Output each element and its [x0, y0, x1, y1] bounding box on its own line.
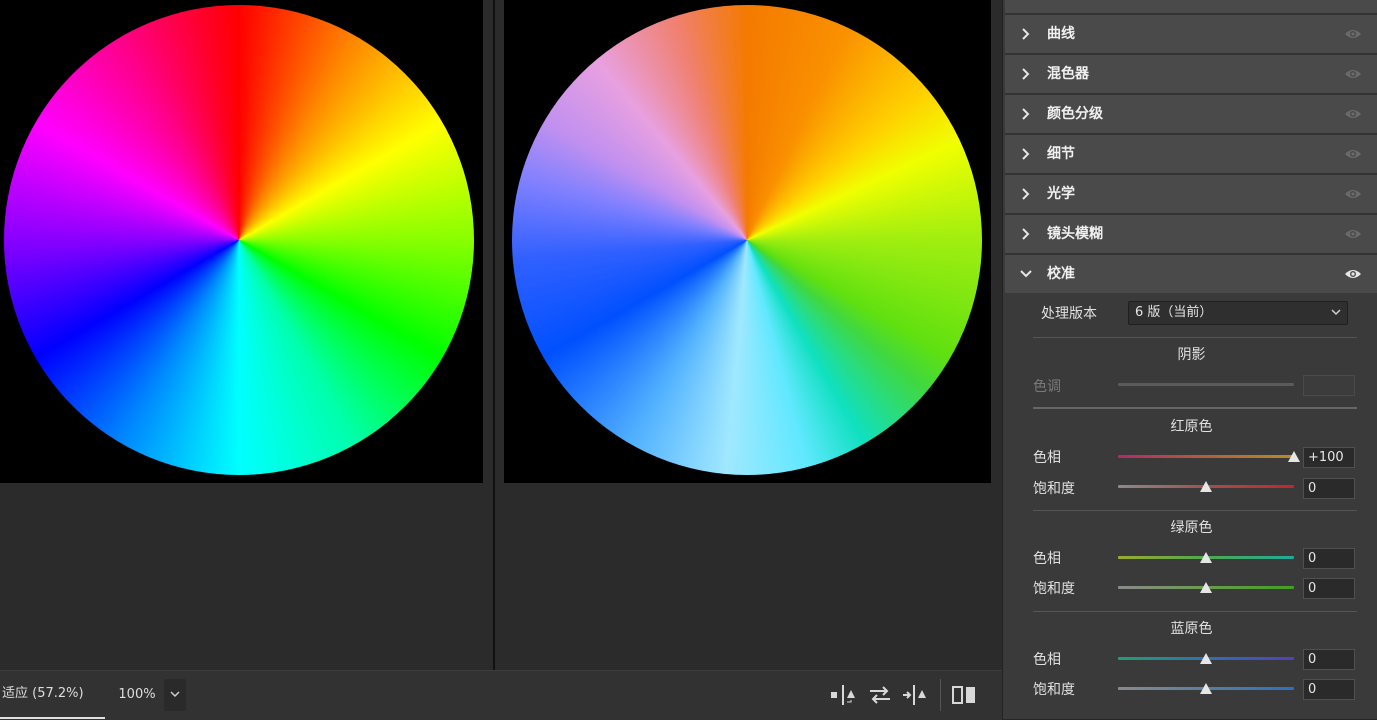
green-hue-slider-thumb[interactable]	[1200, 552, 1212, 563]
chevron-right-icon	[1022, 148, 1030, 160]
shadows-tint-slider	[1118, 383, 1294, 386]
section-calibration[interactable]: 校准	[1005, 255, 1377, 293]
zoom-100-button[interactable]: 100%	[110, 671, 164, 719]
divider	[1033, 407, 1357, 409]
blue-saturation-slider-thumb[interactable]	[1200, 683, 1212, 694]
zoom-fit-label: 适应 (57.2%)	[2, 686, 84, 701]
swap-icon[interactable]	[867, 683, 893, 707]
red-saturation-label: 饱和度	[1033, 481, 1075, 497]
calibration-body: 处理版本 6 版（当前） 阴影 色调 红原色 色相 +100 饱和度 0 绿原色…	[1005, 294, 1377, 719]
chevron-down-icon	[1331, 309, 1341, 316]
section-lens-blur[interactable]: 镜头模糊	[1005, 215, 1377, 255]
eye-icon[interactable]	[1344, 187, 1362, 201]
compare-view-icon[interactable]	[951, 683, 977, 707]
section-title: 镜头模糊	[1047, 226, 1103, 242]
color-wheel-after	[512, 5, 982, 475]
blue-saturation-label: 饱和度	[1033, 682, 1075, 698]
split-before-after-icon[interactable]	[830, 683, 856, 707]
preview-area	[0, 0, 1002, 670]
section-color-mixer[interactable]: 混色器	[1005, 55, 1377, 95]
shadows-title: 阴影	[1177, 347, 1206, 363]
red-saturation-input[interactable]: 0	[1303, 478, 1355, 499]
red-hue-input[interactable]: +100	[1303, 447, 1355, 468]
edit-panel: 曲线 混色器 颜色分级 细节 光学 镜头模糊 校准 处理版本 6 版（当前） 阴…	[1002, 0, 1377, 719]
green-primary-title: 绿原色	[1170, 520, 1213, 536]
blue-hue-label: 色相	[1033, 652, 1061, 668]
shadows-tint-label: 色调	[1033, 379, 1061, 395]
after-image-pane[interactable]	[504, 0, 991, 483]
green-hue-label: 色相	[1033, 551, 1061, 567]
chevron-right-icon	[1022, 68, 1030, 80]
zoom-100-label: 100%	[118, 687, 156, 702]
zoom-fit-button[interactable]: 适应 (57.2%)	[0, 671, 105, 719]
divider	[1033, 337, 1357, 338]
green-hue-input[interactable]: 0	[1303, 548, 1355, 569]
green-saturation-label: 饱和度	[1033, 581, 1075, 597]
chevron-right-icon	[1022, 108, 1030, 120]
blue-primary-title: 蓝原色	[1170, 621, 1213, 637]
chevron-right-icon	[1022, 228, 1030, 240]
eye-icon[interactable]	[1344, 147, 1362, 161]
toolbar-separator	[940, 679, 941, 711]
section-title: 混色器	[1047, 66, 1089, 82]
section-curves[interactable]: 曲线	[1005, 15, 1377, 55]
shadows-tint-input	[1303, 375, 1355, 396]
chevron-down-icon	[170, 691, 180, 698]
green-saturation-input[interactable]: 0	[1303, 578, 1355, 599]
blue-hue-slider-thumb[interactable]	[1200, 653, 1212, 664]
divider	[1033, 611, 1357, 612]
blue-saturation-input[interactable]: 0	[1303, 679, 1355, 700]
panel-top-strip	[1005, 0, 1377, 15]
blue-hue-input[interactable]: 0	[1303, 649, 1355, 670]
chevron-right-icon	[1022, 28, 1030, 40]
split-divider	[493, 0, 495, 670]
red-hue-slider-track[interactable]	[1118, 455, 1294, 458]
color-wheel-before	[4, 5, 474, 475]
process-version-select[interactable]: 6 版（当前）	[1128, 301, 1348, 325]
chevron-down-icon	[1020, 270, 1032, 278]
section-detail[interactable]: 细节	[1005, 135, 1377, 175]
eye-icon[interactable]	[1344, 267, 1362, 281]
section-title: 细节	[1047, 146, 1075, 162]
red-hue-label: 色相	[1033, 450, 1061, 466]
bottom-toolbar: 适应 (57.2%) 100%	[0, 670, 1002, 720]
copy-settings-icon[interactable]	[902, 683, 928, 707]
divider	[1033, 510, 1357, 511]
section-title: 曲线	[1047, 26, 1075, 42]
red-hue-slider-thumb[interactable]	[1288, 451, 1300, 462]
eye-icon[interactable]	[1344, 227, 1362, 241]
section-title: 光学	[1047, 186, 1075, 202]
process-version-value: 6 版（当前）	[1135, 305, 1213, 320]
eye-icon[interactable]	[1344, 27, 1362, 41]
section-color-grading[interactable]: 颜色分级	[1005, 95, 1377, 135]
before-image-pane[interactable]	[0, 0, 483, 483]
red-saturation-slider-thumb[interactable]	[1200, 481, 1212, 492]
section-optics[interactable]: 光学	[1005, 175, 1377, 215]
zoom-dropdown-button[interactable]	[164, 679, 186, 711]
chevron-right-icon	[1022, 188, 1030, 200]
section-title: 校准	[1047, 266, 1075, 282]
red-primary-title: 红原色	[1170, 419, 1213, 435]
section-title: 颜色分级	[1047, 106, 1103, 122]
eye-icon[interactable]	[1344, 67, 1362, 81]
eye-icon[interactable]	[1344, 107, 1362, 121]
process-version-label: 处理版本	[1041, 306, 1097, 322]
green-saturation-slider-thumb[interactable]	[1200, 582, 1212, 593]
